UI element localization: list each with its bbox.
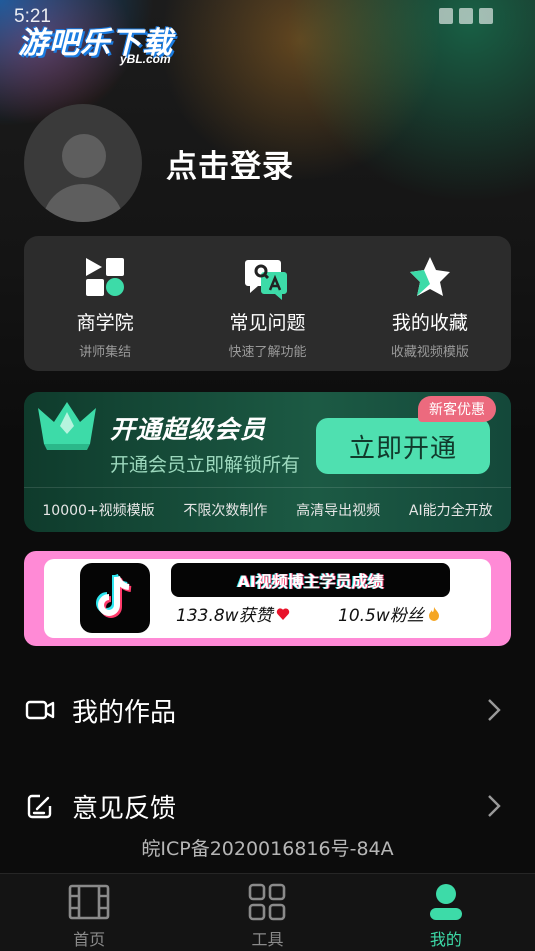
- wifi-icon: [439, 8, 453, 24]
- avatar[interactable]: [24, 104, 142, 222]
- quick-links-card: 商学院 讲师集结 常见问题 快速了解功能 我的收藏 收藏视频模版: [24, 236, 511, 371]
- vip-feature: 10000+视频模版: [42, 503, 155, 519]
- tiktok-student-banner[interactable]: AI视频博主学员成绩 133.8w获赞 10.5w粉丝: [24, 551, 511, 646]
- vip-open-button[interactable]: 立即开通: [316, 418, 490, 474]
- user-icon: [429, 884, 462, 920]
- vip-feature: 不限次数制作: [183, 503, 268, 519]
- vip-subtitle: 开通会员立即解锁所有: [110, 454, 301, 476]
- grid-icon: [249, 883, 286, 921]
- tiktok-logo-icon: [80, 563, 150, 633]
- star-favorites-icon: [409, 257, 450, 296]
- tab-mine[interactable]: 我的: [357, 874, 535, 951]
- vip-feature: 高清导出视频: [296, 503, 381, 519]
- banner-title: AI视频博主学员成绩: [171, 563, 450, 597]
- menu-label: 意见反馈: [72, 793, 177, 824]
- faq-icon: [245, 260, 288, 300]
- vip-title: 开通超级会员: [110, 415, 267, 444]
- quick-link-title: 商学院: [76, 312, 134, 334]
- bottom-tab-bar: 首页 工具 我的: [0, 873, 535, 951]
- quick-link-subtitle: 讲师集结: [79, 345, 132, 360]
- banner-inner: AI视频博主学员成绩 133.8w获赞 10.5w粉丝: [44, 559, 491, 638]
- banner-fans: 10.5w粉丝: [338, 601, 441, 626]
- fans-text: 10.5w粉丝: [338, 606, 424, 626]
- likes-text: 133.8w获赞: [176, 606, 273, 626]
- quick-link-title: 常见问题: [229, 312, 306, 334]
- menu-my-works[interactable]: 我的作品: [24, 685, 511, 735]
- crown-icon: [38, 402, 96, 450]
- tab-tools[interactable]: 工具: [178, 874, 356, 951]
- menu-label: 我的作品: [72, 697, 177, 728]
- new-customer-badge: 新客优惠: [418, 396, 496, 422]
- tab-label: 工具: [251, 930, 284, 949]
- tab-label: 首页: [73, 930, 106, 949]
- film-icon: [68, 884, 110, 920]
- banner-likes: 133.8w获赞: [176, 601, 290, 626]
- quick-link-business-school[interactable]: 商学院 讲师集结: [24, 236, 186, 371]
- flame-icon: [428, 606, 439, 621]
- quick-link-faq[interactable]: 常见问题 快速了解功能: [186, 236, 348, 371]
- edit-feedback-icon: [27, 794, 52, 819]
- chevron-right-icon: [488, 699, 501, 721]
- quick-link-favorites[interactable]: 我的收藏 收藏视频模版: [349, 236, 511, 371]
- tab-home[interactable]: 首页: [0, 874, 178, 951]
- vip-features: 10000+视频模版 不限次数制作 高清导出视频 AI能力全开放: [24, 488, 511, 532]
- profile-section[interactable]: 点击登录: [24, 104, 294, 222]
- heart-icon: [276, 607, 289, 620]
- signal-icon: [459, 8, 473, 24]
- video-camera-icon: [25, 700, 55, 720]
- quick-link-title: 我的收藏: [391, 312, 468, 334]
- tab-label: 我的: [429, 930, 462, 949]
- vip-feature: AI能力全开放: [408, 503, 493, 519]
- menu-feedback[interactable]: 意见反馈: [24, 781, 511, 831]
- battery-icon: [479, 8, 493, 24]
- business-school-icon: [86, 258, 125, 296]
- watermark-domain: yBL.com: [120, 52, 171, 66]
- chevron-right-icon: [488, 795, 501, 817]
- login-link[interactable]: 点击登录: [166, 141, 294, 186]
- icp-record[interactable]: 皖ICP备2020016816号-84A: [0, 834, 535, 861]
- quick-link-subtitle: 收藏视频模版: [390, 345, 469, 360]
- vip-promo-card[interactable]: 开通超级会员 开通会员立即解锁所有 立即开通 新客优惠 10000+视频模版 不…: [24, 392, 511, 532]
- status-icons: [439, 8, 493, 24]
- quick-link-subtitle: 快速了解功能: [228, 345, 307, 360]
- watermark-logo: 游吧乐下载 yBL.com: [18, 18, 173, 66]
